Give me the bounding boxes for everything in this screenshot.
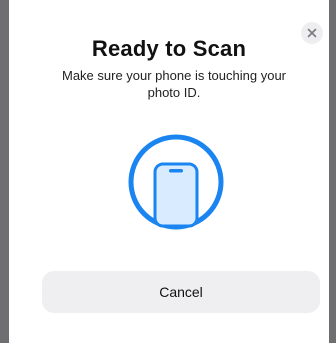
cancel-button[interactable]: Cancel [42, 271, 320, 313]
phone-scan-icon [128, 134, 224, 230]
phone-speaker [169, 169, 183, 173]
phone-body [153, 162, 199, 228]
sheet-subtitle: Make sure your phone is touching your ph… [61, 68, 286, 100]
sheet-title: Ready to Scan [91, 36, 247, 61]
dimmed-backdrop-right [329, 0, 336, 343]
scan-sheet: Ready to Scan Make sure your phone is to… [9, 0, 329, 343]
dimmed-backdrop-left [0, 0, 9, 343]
